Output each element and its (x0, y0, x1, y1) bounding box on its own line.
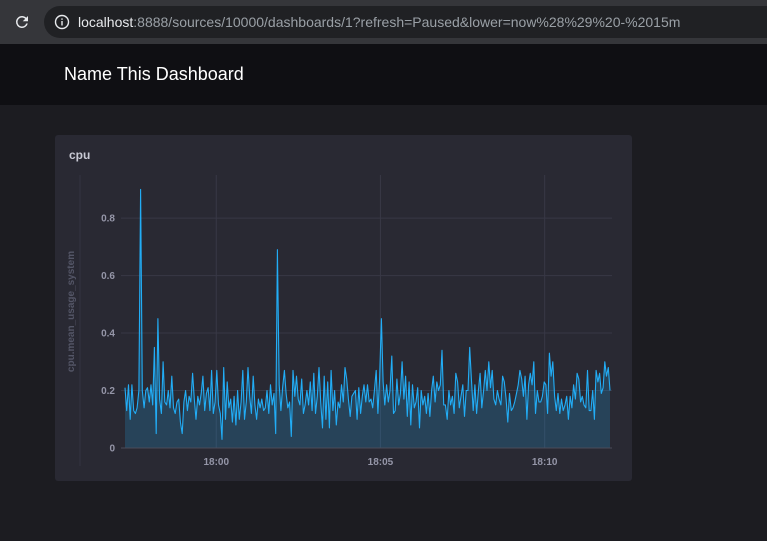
url-path: :8888/sources/10000/dashboards/1?refresh… (133, 14, 681, 30)
address-bar[interactable]: localhost:8888/sources/10000/dashboards/… (44, 6, 767, 38)
y-tick-label: 0.6 (101, 271, 115, 282)
dashboard-cell[interactable]: cpu 0 0.2 0.4 0.6 0.8 18:00 18:05 18:10 cpu.mean… (55, 135, 632, 481)
y-tick-label: 0 (109, 444, 115, 455)
x-tick-label: 18:00 (203, 457, 229, 468)
dashboard-title[interactable]: Name This Dashboard (64, 64, 244, 85)
info-icon[interactable] (54, 14, 70, 30)
url-text[interactable]: localhost:8888/sources/10000/dashboards/… (78, 14, 680, 30)
y-tick-label: 0.2 (101, 386, 115, 397)
cpu-chart[interactable]: 0 0.2 0.4 0.6 0.8 18:00 18:05 18:10 cpu.mean_usa… (55, 135, 632, 481)
y-axis-title: cpu.mean_usage_system (66, 251, 77, 372)
url-host: localhost (78, 14, 134, 30)
browser-toolbar: localhost:8888/sources/10000/dashboards/… (0, 0, 767, 44)
x-tick-label: 18:10 (532, 457, 558, 468)
series-area (125, 189, 610, 448)
reload-icon[interactable] (10, 10, 34, 34)
y-tick-label: 0.8 (101, 214, 115, 225)
x-tick-label: 18:05 (368, 457, 394, 468)
y-tick-label: 0.4 (101, 329, 115, 340)
